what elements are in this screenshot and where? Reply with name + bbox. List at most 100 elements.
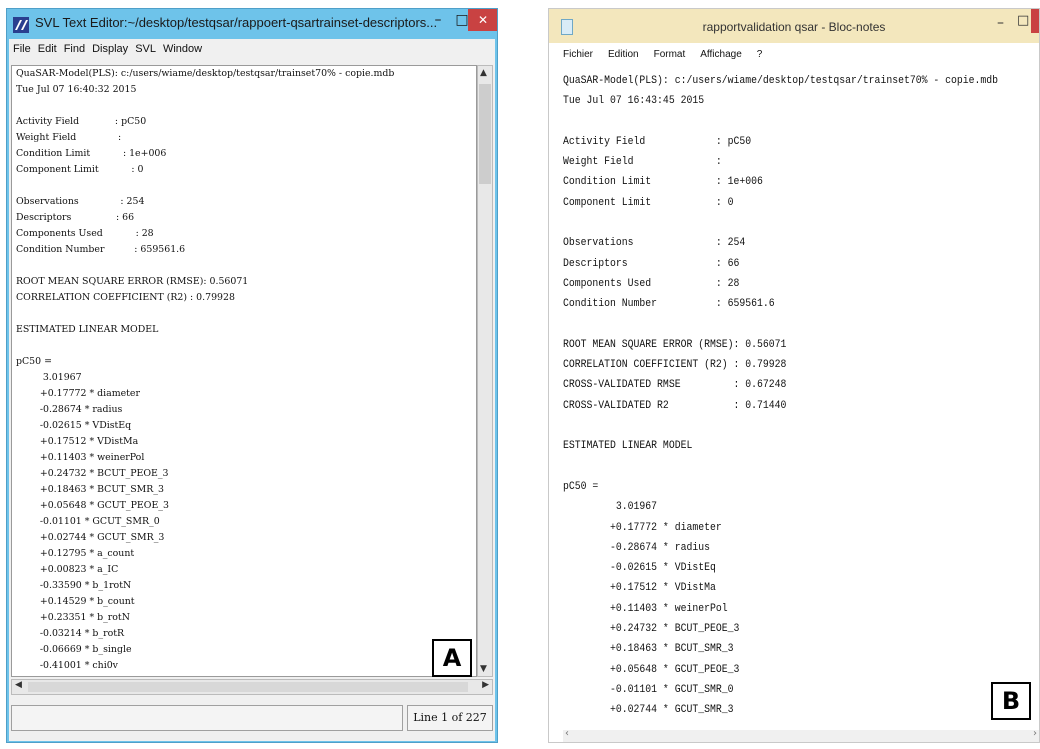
text-line xyxy=(563,315,998,335)
text-line: -0.28674 * radius xyxy=(563,541,710,554)
text-line: -0.28674 * radius xyxy=(16,404,123,415)
text-line: +0.23351 * b_rotN xyxy=(16,612,130,623)
scroll-up-icon[interactable]: ▲ xyxy=(480,68,487,78)
text-line: +0.05648 * GCUT_PEOE_3 xyxy=(16,500,169,511)
text-line xyxy=(563,112,998,132)
text-line: +0.00823 * a_IC xyxy=(16,564,119,575)
text-line: CROSS-VALIDATED R2 : 0.71440 xyxy=(563,399,787,412)
text-line: -0.01101 * GCUT_SMR_0 xyxy=(563,683,734,696)
text-line: pC50 = xyxy=(16,356,52,367)
text-line: +0.24732 * BCUT_PEOE_3 xyxy=(16,468,169,479)
menu-bar: File Edit Find Display SVL Window xyxy=(9,39,495,61)
menu-help[interactable]: ? xyxy=(757,43,767,60)
horizontal-scrollbar[interactable]: ‹ › xyxy=(563,728,1039,742)
menu-svl[interactable]: SVL xyxy=(131,39,159,55)
close-button[interactable] xyxy=(1031,9,1039,33)
status-bar: Line 1 of 227 xyxy=(11,701,493,735)
text-line: +0.11403 * weinerPol xyxy=(16,452,145,463)
text-editor-area[interactable]: QuaSAR-Model(PLS): c:/users/wiame/deskto… xyxy=(11,65,477,677)
status-message-field xyxy=(11,705,403,731)
text-line: +0.17772 * diameter xyxy=(16,388,140,399)
text-line: CROSS-VALIDATED RMSE : 0.67248 xyxy=(563,379,787,392)
text-line: +0.02744 * GCUT_SMR_3 xyxy=(563,704,734,717)
scroll-left-icon[interactable]: ◀ xyxy=(15,680,22,690)
line-position-status: Line 1 of 227 xyxy=(407,705,493,731)
scroll-thumb-horizontal[interactable] xyxy=(28,682,468,692)
text-line xyxy=(16,98,394,114)
text-line: +0.24732 * BCUT_PEOE_3 xyxy=(563,623,740,636)
menu-display[interactable]: Display xyxy=(88,39,131,55)
close-button[interactable]: ✕ xyxy=(468,9,497,31)
text-line: 3.01967 xyxy=(563,501,658,514)
menu-format[interactable]: Format xyxy=(654,43,690,60)
text-line: -0.03214 * b_rotR xyxy=(16,628,125,639)
title-bar[interactable]: rapportvalidation qsar - Bloc-notes – □ xyxy=(549,9,1039,43)
text-line: Condition Number : 659561.6 xyxy=(16,244,186,255)
text-line: Condition Limit : 1e+006 xyxy=(563,176,763,189)
notepad-text[interactable]: QuaSAR-Model(PLS): c:/users/wiame/deskto… xyxy=(563,71,998,721)
text-line: +0.18463 * BCUT_SMR_3 xyxy=(563,643,734,656)
scroll-left-icon[interactable]: ‹ xyxy=(565,728,569,739)
text-line: ROOT MEAN SQUARE ERROR (RMSE): 0.56071 xyxy=(563,338,787,351)
menu-edition[interactable]: Edition xyxy=(608,43,643,60)
text-line xyxy=(563,416,998,436)
svl-text-editor-window: SVL Text Editor:~/desktop/testqsar/rappo… xyxy=(6,8,498,743)
text-line: -0.33590 * b_1rotN xyxy=(16,580,132,591)
menu-window[interactable]: Window xyxy=(159,39,205,55)
text-line: -0.41001 * chi0v xyxy=(16,660,118,671)
text-line: -0.01101 * GCUT_SMR_0 xyxy=(16,516,160,527)
text-line: Weight Field : xyxy=(16,132,122,143)
text-line: Condition Limit : 1e+006 xyxy=(16,148,167,159)
text-line xyxy=(563,213,998,233)
text-line: CORRELATION COEFFICIENT (R2) : 0.79928 xyxy=(16,292,235,303)
text-line: Components Used : 28 xyxy=(16,228,154,239)
maximize-button[interactable]: □ xyxy=(455,10,469,30)
text-line: CORRELATION COEFFICIENT (R2) : 0.79928 xyxy=(563,359,787,372)
text-line xyxy=(16,306,394,322)
text-line: Component Limit : 0 xyxy=(16,164,144,175)
menu-edit[interactable]: Edit xyxy=(34,39,60,55)
text-line: Activity Field : pC50 xyxy=(563,135,752,148)
minimize-button[interactable]: – xyxy=(431,10,445,30)
text-line: +0.12795 * a_count xyxy=(16,548,135,559)
text-line xyxy=(16,178,394,194)
scroll-right-icon[interactable]: › xyxy=(1033,728,1037,739)
text-line: Observations : 254 xyxy=(563,237,746,250)
window-title: rapportvalidation qsar - Bloc-notes xyxy=(702,20,886,34)
vertical-scrollbar[interactable]: ▲ ▼ xyxy=(477,65,493,677)
text-line: Tue Jul 07 16:40:32 2015 xyxy=(16,84,137,95)
text-line: +0.05648 * GCUT_PEOE_3 xyxy=(563,663,740,676)
text-line: Components Used : 28 xyxy=(563,277,740,290)
minimize-button[interactable]: – xyxy=(997,15,1004,31)
text-line: ESTIMATED LINEAR MODEL xyxy=(563,440,693,453)
text-line: Activity Field : pC50 xyxy=(16,116,147,127)
text-line: pC50 = xyxy=(563,480,599,493)
text-line: -0.02615 * VDistEq xyxy=(563,562,716,575)
editor-client-area: QuaSAR-Model(PLS): c:/users/wiame/deskto… xyxy=(9,61,495,741)
menu-file[interactable]: File xyxy=(9,39,34,55)
menu-find[interactable]: Find xyxy=(60,39,88,55)
scroll-right-icon[interactable]: ▶ xyxy=(482,680,489,690)
menu-bar: Fichier Edition Format Affichage? xyxy=(549,43,1039,65)
text-line: ROOT MEAN SQUARE ERROR (RMSE): 0.56071 xyxy=(16,276,249,287)
title-bar[interactable]: SVL Text Editor:~/desktop/testqsar/rappo… xyxy=(7,9,497,39)
menu-affichage[interactable]: Affichage xyxy=(700,43,746,60)
maximize-button[interactable]: □ xyxy=(1017,13,1029,28)
text-line: Descriptors : 66 xyxy=(16,212,135,223)
scroll-down-icon[interactable]: ▼ xyxy=(480,664,487,674)
text-line xyxy=(563,457,998,477)
text-line: ESTIMATED LINEAR MODEL xyxy=(16,324,159,335)
menu-fichier[interactable]: Fichier xyxy=(563,43,597,60)
notepad-window: rapportvalidation qsar - Bloc-notes – □ … xyxy=(548,8,1040,743)
text-line: +0.02744 * GCUT_SMR_3 xyxy=(16,532,165,543)
text-line: +0.17512 * VDistMa xyxy=(16,436,139,447)
scroll-thumb[interactable] xyxy=(479,84,491,184)
window-title: SVL Text Editor:~/desktop/testqsar/rappo… xyxy=(35,15,438,30)
horizontal-scrollbar[interactable]: ◀ ▶ xyxy=(11,679,493,695)
text-line: Component Limit : 0 xyxy=(563,196,734,209)
text-line: -0.06669 * b_single xyxy=(16,644,132,655)
text-line: +0.17512 * VDistMa xyxy=(563,582,716,595)
text-line: 3.01967 xyxy=(16,372,82,383)
text-line: +0.11403 * weinerPol xyxy=(563,602,728,615)
text-line xyxy=(16,338,394,354)
